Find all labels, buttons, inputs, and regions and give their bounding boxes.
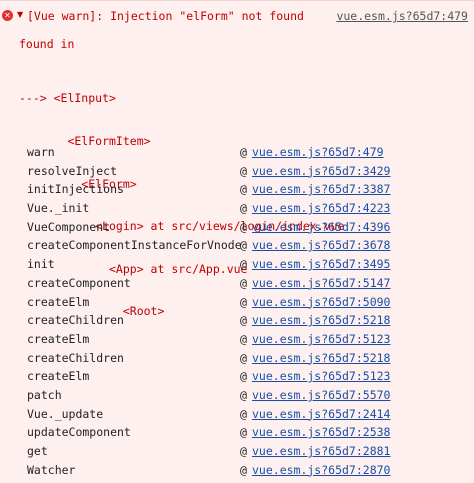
stack-frame-location-link[interactable]: vue.esm.js?65d7:3495	[252, 257, 390, 271]
stack-frame-function: VueComponent	[27, 219, 111, 234]
stack-frame-at: @	[240, 387, 247, 402]
stack-frame-function: Vue._update	[27, 406, 104, 421]
stack-frame-function: createElm	[27, 294, 90, 309]
stack-frame-function: Vue._init	[27, 201, 90, 216]
stack-frame-at: @	[240, 369, 247, 384]
stack-frame-location-link[interactable]: vue.esm.js?65d7:5218	[252, 351, 390, 365]
stack-frame-row: init @ vue.esm.js?65d7:3495	[0, 257, 474, 276]
stack-frame-at: @	[240, 257, 247, 272]
stack-frame-row: createElm @ vue.esm.js?65d7:5123	[0, 369, 474, 388]
stack-frame-function: patch	[27, 387, 62, 402]
stack-frame-location-link[interactable]: vue.esm.js?65d7:2414	[252, 407, 390, 421]
stack-frame-at: @	[240, 201, 247, 216]
stack-frame-at: @	[240, 182, 247, 197]
stack-frame-function: createComponentInstanceForVnode	[27, 238, 242, 253]
error-message-text: [Vue warn]: Injection "elForm" not found	[27, 9, 304, 23]
stack-frame-at: @	[240, 163, 247, 178]
stack-frame-row: resolveInject @ vue.esm.js?65d7:3429	[0, 164, 474, 183]
stack-frame-function: createChildren	[27, 350, 124, 365]
stack-frame-function: createChildren	[27, 313, 124, 328]
stack-frame-function: Watcher	[27, 462, 76, 477]
stack-frame-row: warn @ vue.esm.js?65d7:479	[0, 145, 474, 164]
stack-frame-location-link[interactable]: vue.esm.js?65d7:4223	[252, 201, 390, 215]
stack-frame-location-link[interactable]: vue.esm.js?65d7:3429	[252, 164, 390, 178]
stack-frame-at: @	[240, 294, 247, 309]
stack-frame-function: init	[27, 257, 55, 272]
stack-frame-row: get @ vue.esm.js?65d7:2881	[0, 444, 474, 463]
stack-frame-location-link[interactable]: vue.esm.js?65d7:3387	[252, 182, 390, 196]
stack-frame-at: @	[240, 444, 247, 458]
stack-frame-at: @	[240, 313, 247, 328]
error-source-link[interactable]: vue.esm.js?65d7:479	[336, 9, 468, 23]
stack-trace: warn @ vue.esm.js?65d7:479 resolveInject @ vu…	[0, 145, 474, 481]
stack-frame-row: Watcher @ vue.esm.js?65d7:2870	[0, 463, 474, 482]
stack-frame-row: Vue._init @ vue.esm.js?65d7:4223	[0, 201, 474, 220]
stack-frame-at: @	[240, 462, 247, 477]
stack-frame-row: createChildren @ vue.esm.js?65d7:5218	[0, 351, 474, 370]
stack-frame-row: createElm @ vue.esm.js?65d7:5090	[0, 295, 474, 314]
stack-frame-location-link[interactable]: vue.esm.js?65d7:2870	[252, 463, 390, 477]
stack-frame-location-link[interactable]: vue.esm.js?65d7:5570	[252, 388, 390, 402]
stack-frame-location-link[interactable]: vue.esm.js?65d7:5218	[252, 313, 390, 327]
stack-frame-row: updateComponent @ vue.esm.js?65d7:2538	[0, 425, 474, 444]
stack-frame-location-link[interactable]: vue.esm.js?65d7:2881	[252, 444, 390, 458]
stack-frame-function: get	[27, 444, 48, 458]
stack-frame-location-link[interactable]: vue.esm.js?65d7:4396	[252, 220, 390, 234]
stack-frame-location-link[interactable]: vue.esm.js?65d7:5147	[252, 276, 390, 290]
stack-frame-location-link[interactable]: vue.esm.js?65d7:5123	[252, 369, 390, 383]
stack-frame-row: VueComponent @ vue.esm.js?65d7:4396	[0, 220, 474, 239]
stack-frame-function: createElm	[27, 331, 90, 346]
stack-frame-at: @	[240, 350, 247, 365]
stack-frame-function: createComponent	[27, 275, 131, 290]
stack-frame-at: @	[240, 145, 247, 159]
stack-frame-row: createComponent @ vue.esm.js?65d7:5147	[0, 276, 474, 295]
stack-frame-at: @	[240, 219, 247, 234]
stack-frame-row: Vue._update @ vue.esm.js?65d7:2414	[0, 407, 474, 426]
error-header[interactable]: ✕ ▼ [Vue warn]: Injection "elForm" not f…	[0, 1, 474, 31]
stack-frame-function: warn	[27, 145, 55, 159]
stack-frame-location-link[interactable]: vue.esm.js?65d7:3678	[252, 238, 390, 252]
stack-frame-at: @	[240, 275, 247, 290]
stack-frame-row: createChildren @ vue.esm.js?65d7:5218	[0, 313, 474, 332]
stack-frame-function: updateComponent	[27, 425, 131, 440]
stack-frame-location-link[interactable]: vue.esm.js?65d7:5123	[252, 332, 390, 346]
stack-frame-function: resolveInject	[27, 163, 118, 178]
stack-frame-row: createElm @ vue.esm.js?65d7:5123	[0, 332, 474, 351]
found-in-label: found in	[19, 37, 75, 51]
error-circle-icon: ✕	[2, 10, 13, 21]
stack-frame-location-link[interactable]: vue.esm.js?65d7:2538	[252, 425, 390, 439]
stack-frame-row: initInjections @ vue.esm.js?65d7:3387	[0, 182, 474, 201]
component-tree-line: ---> <ElInput>	[19, 91, 116, 106]
console-error-message: ✕ ▼ [Vue warn]: Injection "elForm" not f…	[0, 0, 474, 483]
stack-frame-location-link[interactable]: vue.esm.js?65d7:5090	[252, 295, 390, 309]
stack-frame-at: @	[240, 331, 247, 346]
stack-frame-function: initInjections	[27, 182, 124, 197]
stack-frame-at: @	[240, 238, 247, 253]
stack-frame-at: @	[240, 425, 247, 440]
disclosure-triangle-icon[interactable]: ▼	[17, 10, 23, 19]
stack-frame-function: createElm	[27, 369, 90, 384]
stack-frame-row: createComponentInstanceForVnode @ vue.esm.…	[0, 238, 474, 257]
stack-frame-row: patch @ vue.esm.js?65d7:5570	[0, 388, 474, 407]
stack-frame-location-link[interactable]: vue.esm.js?65d7:479	[252, 145, 384, 159]
stack-frame-at: @	[240, 406, 247, 421]
